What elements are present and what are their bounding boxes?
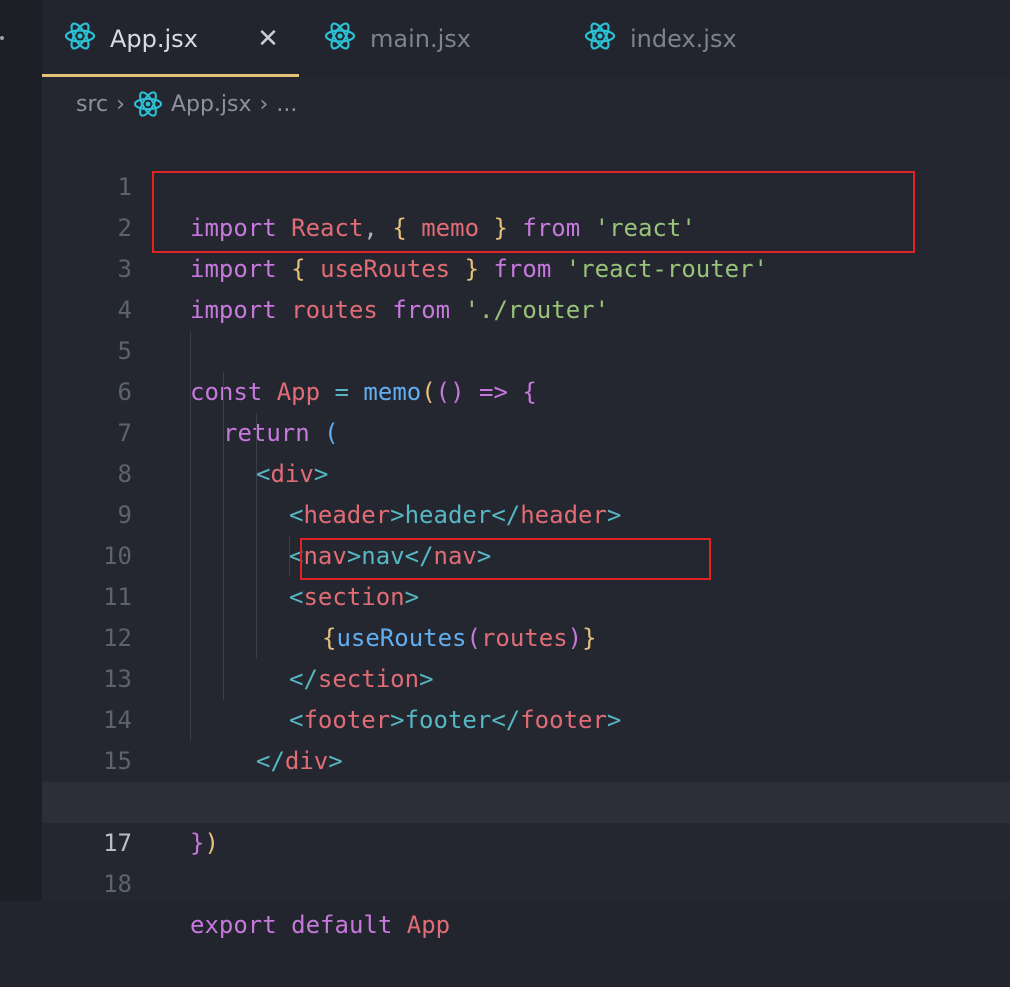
- more-dot-icon[interactable]: [0, 36, 4, 40]
- code-line[interactable]: 12 </section>: [42, 577, 1010, 693]
- code-line[interactable]: 16 }): [42, 741, 1010, 857]
- react-icon: [64, 21, 96, 57]
- breadcrumb-folder[interactable]: src: [76, 92, 108, 117]
- indent-guide: [223, 372, 224, 700]
- code-line[interactable]: 14 </div>: [42, 659, 1010, 775]
- tab-label: App.jsx: [110, 25, 198, 53]
- code-line[interactable]: 5 const App = memo(() => {: [42, 290, 1010, 406]
- code-line[interactable]: 18 export default App: [42, 823, 1010, 939]
- highlight-box-useroutes: [300, 538, 711, 580]
- code-line-current[interactable]: 17: [42, 782, 1010, 857]
- code-text: export default App: [190, 911, 451, 939]
- close-icon[interactable]: ✕: [256, 26, 280, 52]
- indent-guide: [256, 413, 257, 659]
- code-line[interactable]: 13 <footer>footer</footer>: [42, 618, 1010, 734]
- code-line[interactable]: 4: [42, 249, 1010, 324]
- tab-label: main.jsx: [370, 25, 471, 53]
- active-tab-indicator: [42, 74, 299, 77]
- highlight-box-imports: [152, 171, 915, 253]
- react-icon: [584, 21, 616, 57]
- indent-guide: [190, 331, 191, 741]
- chevron-right-icon: ›: [116, 91, 125, 117]
- breadcrumb-more[interactable]: ...: [276, 92, 297, 117]
- indent-guide: [289, 536, 290, 577]
- code-line[interactable]: 15 ): [42, 700, 1010, 816]
- react-icon: [133, 90, 163, 118]
- code-line[interactable]: 9 <nav>nav</nav>: [42, 454, 1010, 570]
- react-icon: [324, 21, 356, 57]
- code-line[interactable]: 8 <header>header</header>: [42, 413, 1010, 529]
- activity-bar: [0, 0, 42, 901]
- chevron-right-icon: ›: [259, 91, 269, 117]
- code-line[interactable]: 6 return (: [42, 331, 1010, 447]
- line-number: 18: [103, 870, 132, 898]
- code-line[interactable]: 7 <div>: [42, 372, 1010, 488]
- code-line[interactable]: 10 <section>: [42, 495, 1010, 611]
- code-line[interactable]: 1 import React, { memo } from 'react': [42, 126, 1010, 242]
- tab-app-jsx[interactable]: App.jsx: [64, 0, 198, 78]
- tab-index-jsx[interactable]: index.jsx: [584, 0, 737, 78]
- breadcrumb-file[interactable]: App.jsx: [171, 92, 252, 117]
- tab-main-jsx[interactable]: main.jsx: [324, 0, 471, 78]
- breadcrumb: src › App.jsx › ...: [76, 82, 297, 126]
- tab-label: index.jsx: [630, 25, 737, 53]
